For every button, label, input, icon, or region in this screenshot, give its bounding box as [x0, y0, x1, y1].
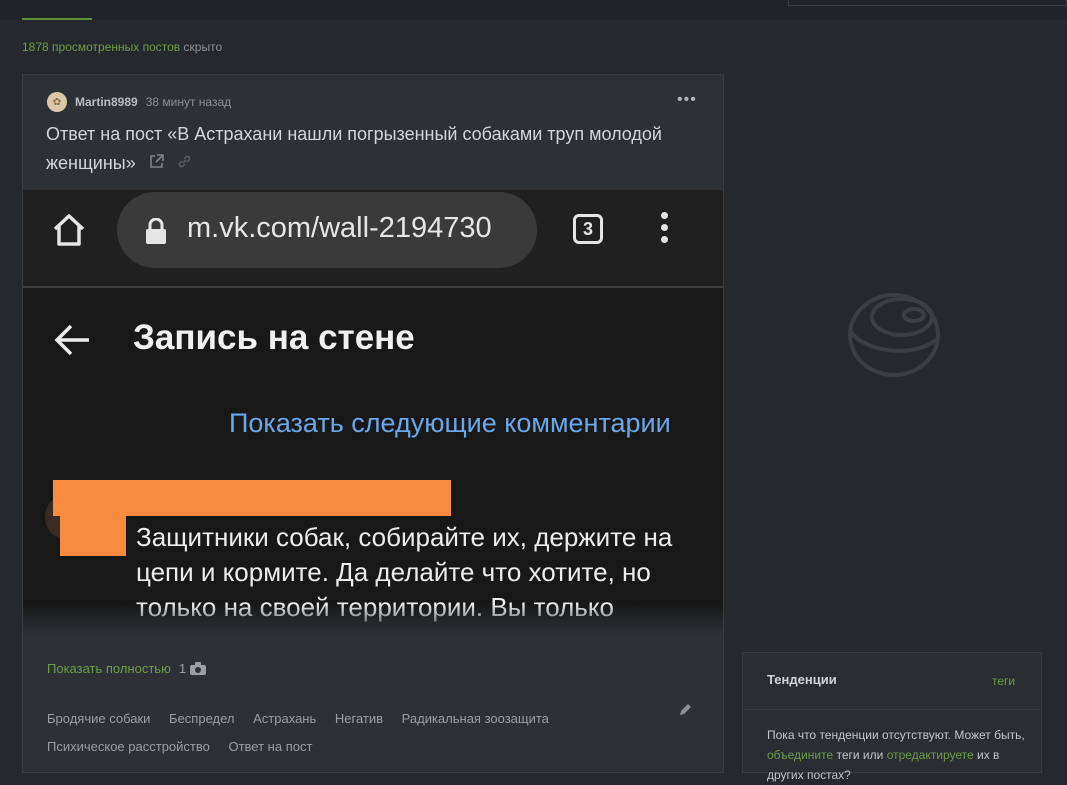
search-box-edge[interactable] — [788, 0, 1067, 6]
trends-text: Пока что тенденции отсутствуют. Может бы… — [767, 725, 1027, 785]
edit-tags-link[interactable]: отредактируете — [887, 748, 974, 762]
url-text: m.vk.com/wall-2194730 — [187, 212, 492, 244]
viewed-posts-notice: 1878 просмотренных постов скрыто — [22, 40, 222, 54]
external-link-icon[interactable] — [149, 150, 164, 179]
merge-tags-link[interactable]: объедините — [767, 748, 833, 762]
camera-icon — [190, 662, 207, 675]
tag[interactable]: Бродячие собаки — [47, 711, 150, 726]
tag[interactable]: Радикальная зоозащита — [402, 711, 549, 726]
collapse-fade — [23, 604, 723, 635]
tag[interactable]: Психическое расстройство — [47, 739, 210, 754]
trends-tags-link[interactable]: теги — [992, 674, 1015, 688]
author-name[interactable]: Martin8989 — [75, 95, 138, 109]
image-count: 1 — [178, 661, 187, 676]
trends-text-start: Пока что тенденции отсутствуют. Может бы… — [767, 728, 1025, 742]
tag[interactable]: Ответ на пост — [228, 739, 312, 754]
tags-list: Бродячие собаки Беспредел Астрахань Нега… — [47, 705, 687, 761]
hidden-label: скрыто — [183, 40, 223, 54]
browser-url-bar: m.vk.com/wall-2194730 3 — [23, 190, 723, 288]
post-title[interactable]: Ответ на пост «В Астрахани нашли погрызе… — [46, 120, 686, 179]
viewed-count[interactable]: 1878 просмотренных постов — [22, 40, 180, 54]
active-tab-underline — [22, 18, 92, 20]
trends-widget: Тенденции теги Пока что тенденции отсутс… — [742, 652, 1042, 782]
post-title-text[interactable]: Ответ на пост «В Астрахани нашли погрызе… — [46, 124, 662, 173]
tag[interactable]: Беспредел — [169, 711, 234, 726]
url-pill: m.vk.com/wall-2194730 — [117, 192, 537, 268]
home-icon — [53, 214, 85, 246]
screenshot-page-title: Запись на стене — [133, 318, 415, 357]
post-header: ✿ Martin8989 38 минут назад — [47, 92, 231, 112]
lock-icon — [146, 218, 166, 244]
back-arrow-icon — [54, 324, 89, 356]
show-full-button[interactable]: Показать полностью — [47, 661, 171, 676]
tag[interactable]: Астрахань — [253, 711, 316, 726]
post-image[interactable]: m.vk.com/wall-2194730 3 Запись на стене … — [23, 190, 723, 635]
avatar[interactable]: ✿ — [47, 92, 67, 112]
trends-title: Тенденции — [767, 672, 837, 687]
show-full-row: Показать полностью 1 — [47, 661, 207, 676]
redaction-block — [60, 510, 126, 556]
more-dots-icon[interactable]: ••• — [677, 91, 697, 109]
link-icon[interactable] — [177, 150, 192, 179]
trends-header: Тенденции теги — [743, 653, 1041, 710]
tag[interactable]: Негатив — [335, 711, 383, 726]
tabs-count-icon: 3 — [573, 214, 603, 244]
placeholder-mascot-icon — [848, 293, 940, 377]
edit-pencil-icon[interactable] — [678, 703, 692, 717]
kebab-menu-icon — [661, 212, 669, 248]
trends-text-middle: теги или — [836, 748, 884, 762]
show-next-comments: Показать следующие комментарии — [229, 408, 671, 438]
post-time: 38 минут назад — [145, 95, 232, 109]
post-card: ✿ Martin8989 38 минут назад ••• Ответ на… — [22, 74, 724, 773]
